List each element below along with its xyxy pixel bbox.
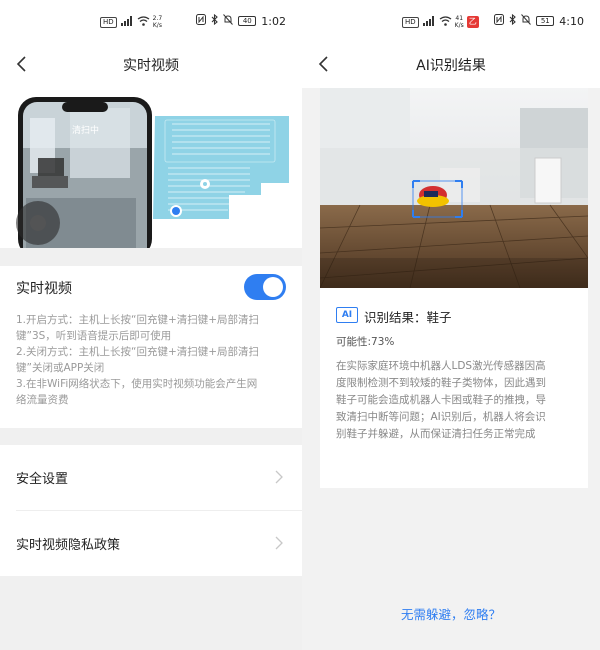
nfc-icon	[494, 14, 505, 28]
wifi-icon	[439, 15, 452, 29]
desc-line: 3.在非WiFi网络状态下，使用实时视频功能会产生网	[16, 378, 258, 390]
status-bar: HD 2.7 K/s 40 1:02	[0, 0, 302, 42]
realtime-card: 实时视频 1.开启方式：主机上长按“回充键+清扫键+局部清扫 键”3S，听到语音…	[0, 266, 302, 428]
status-left: HD 2.7 K/s	[100, 15, 162, 29]
probability: 可能性:73%	[336, 336, 395, 348]
phone-mockup	[16, 97, 152, 248]
desc-line: 络流量资费	[16, 394, 69, 406]
desc-line: 在实际家庭环境中机器人LDS激光传感器因高	[336, 360, 546, 372]
app-notification-icon: 乙	[466, 16, 479, 28]
desc-line: 键”3S，听到语音提示后即可使用	[16, 330, 172, 342]
phone-status-label: 清扫中	[72, 126, 100, 136]
status-time: 4:10	[559, 14, 584, 28]
nav-bar: AI识别结果	[302, 42, 600, 88]
battery-icon: 51	[536, 16, 555, 26]
mute-icon	[521, 14, 532, 28]
settings-menu: 安全设置 实时视频隐私政策	[0, 445, 302, 576]
signal-icon	[422, 15, 436, 29]
hd-icon: HD	[100, 16, 117, 28]
menu-item-privacy-policy[interactable]: 实时视频隐私政策	[0, 511, 302, 576]
toggle-knob	[263, 277, 283, 297]
nfc-icon	[196, 14, 207, 28]
result-description: 在实际家庭环境中机器人LDS激光传感器因高 度限制检测不到较矮的鞋子类物体，因此…	[336, 358, 574, 443]
realtime-description: 1.开启方式：主机上长按“回充键+清扫键+局部清扫 键”3S，听到语音提示后即可…	[16, 312, 290, 408]
desc-line: 2.关闭方式：主机上长按“回充键+清扫键+局部清扫	[16, 346, 260, 358]
menu-item-security-settings[interactable]: 安全设置	[0, 445, 302, 510]
right-screen: HD 41 K/s 乙 51 4:10 AI识别结果 AI 识别结果：鞋子 可能…	[302, 0, 600, 650]
desc-line: 度限制检测不到较矮的鞋子类物体，因此遇到	[336, 377, 546, 389]
wifi-icon	[137, 15, 150, 29]
status-bar: HD 41 K/s 乙 51 4:10	[302, 0, 600, 42]
chevron-right-icon	[274, 469, 284, 485]
signal-icon	[120, 15, 134, 29]
ai-badge: AI	[336, 307, 358, 323]
result-title: 识别结果：鞋子	[364, 310, 452, 325]
speed-unit: K/s	[454, 22, 464, 29]
network-speed: 41 K/s	[455, 15, 464, 29]
ignore-link[interactable]: 无需躲避，忽略？	[302, 604, 600, 623]
desc-line: 别鞋子并躲避，从而保证清扫任务正常完成	[336, 428, 536, 440]
speed-value: 2.7	[152, 15, 163, 22]
result-card: AI 识别结果：鞋子 可能性:73% 在实际家庭环境中机器人LDS激光传感器因高…	[320, 88, 588, 488]
hero-illustration: 清扫中	[0, 88, 302, 248]
desc-line: 鞋子可能会造成机器人卡困或鞋子的推拽，导	[336, 394, 546, 406]
page-title: AI识别结果	[416, 58, 486, 74]
chevron-right-icon	[274, 535, 284, 551]
nav-bar: 实时视频	[0, 42, 302, 88]
speed-value: 41	[455, 15, 464, 22]
page-title: 实时视频	[123, 58, 179, 74]
status-left: HD 41 K/s 乙	[402, 15, 479, 29]
menu-item-label: 安全设置	[16, 472, 69, 487]
network-speed: 2.7 K/s	[153, 15, 163, 29]
hd-icon: HD	[402, 16, 419, 28]
battery-icon: 40	[238, 16, 257, 26]
status-time: 1:02	[261, 14, 286, 28]
desc-line: 键”关闭或APP关闭	[16, 362, 105, 374]
realtime-toggle[interactable]	[244, 274, 286, 300]
mute-icon	[223, 14, 234, 28]
status-right: 51 4:10	[494, 13, 584, 28]
floor-map	[150, 114, 291, 221]
bluetooth-icon	[211, 13, 219, 28]
speed-unit: K/s	[152, 22, 162, 29]
left-screen: HD 2.7 K/s 40 1:02 实时视频 清扫中 实时视频 1.开启方式：…	[0, 0, 302, 650]
status-right: 40 1:02	[196, 13, 286, 28]
menu-item-label: 实时视频隐私政策	[16, 538, 121, 553]
desc-line: 致清扫中断等问题；AI识别后，机器人将会识	[336, 411, 546, 423]
bluetooth-icon	[509, 13, 517, 28]
detection-photo	[320, 88, 588, 288]
desc-line: 1.开启方式：主机上长按“回充键+清扫键+局部清扫	[16, 314, 260, 326]
realtime-label: 实时视频	[16, 281, 72, 297]
